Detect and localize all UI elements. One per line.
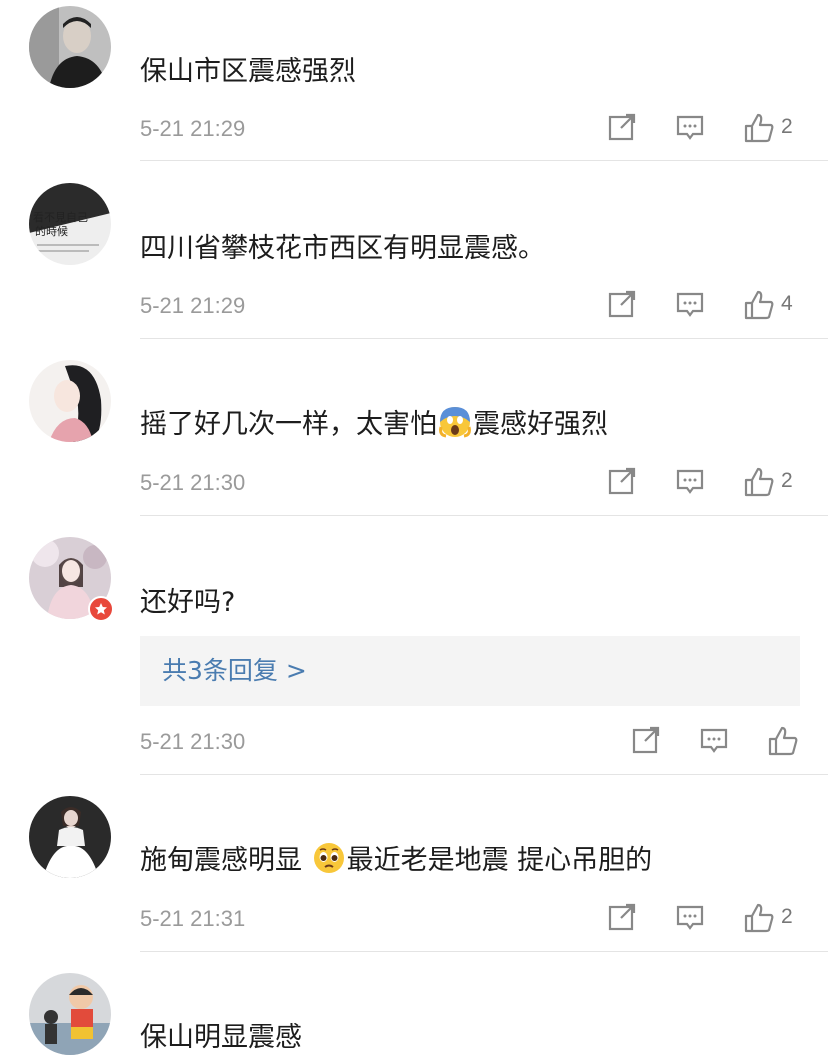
- comment-time: 5-21 21:30: [140, 729, 246, 754]
- comment-text: 保山明显震感: [140, 1022, 302, 1053]
- share-icon[interactable]: [607, 112, 637, 142]
- avatar[interactable]: [29, 360, 111, 442]
- divider: [140, 515, 828, 516]
- comment-text: 摇了好几次一样，太害怕 震感好强烈: [140, 405, 608, 445]
- avatar[interactable]: [29, 796, 111, 878]
- comment-time: 5-21 21:30: [140, 470, 246, 495]
- comment-text: 施甸震感明显 最近老是地震 提心吊胆的: [140, 841, 652, 881]
- book-cover-text: 看不見自己: [33, 210, 88, 224]
- comment-actions: 4: [607, 289, 793, 320]
- scream-emoji: [438, 405, 472, 439]
- comment-actions: 2: [607, 902, 793, 933]
- comment-actions: [631, 725, 798, 756]
- like-count: 2: [781, 905, 793, 928]
- avatar[interactable]: 看不見自己 的時候: [29, 183, 111, 265]
- like-count: 2: [781, 469, 793, 492]
- comment-text-part: 震感好强烈: [473, 409, 608, 440]
- comment-text: 还好吗?: [140, 587, 236, 618]
- reply-icon[interactable]: [675, 289, 705, 319]
- comment-text: 四川省攀枝花市西区有明显震感。: [140, 233, 545, 264]
- divider: [140, 951, 828, 952]
- share-icon[interactable]: [607, 289, 637, 319]
- reply-icon[interactable]: [675, 112, 705, 142]
- comment-text-part: 摇了好几次一样，太害怕: [140, 409, 437, 440]
- reply-icon[interactable]: [675, 466, 705, 496]
- thumbs-up-icon[interactable]: [767, 725, 798, 756]
- share-icon[interactable]: [607, 466, 637, 496]
- like-count: 4: [781, 292, 793, 315]
- divider: [140, 160, 828, 161]
- comment-text: 保山市区震感强烈: [140, 56, 356, 87]
- thumbs-up-icon[interactable]: [743, 289, 774, 320]
- comment-text-part: 施甸震感明显: [140, 845, 311, 876]
- svg-text:的時候: 的時候: [35, 224, 68, 238]
- comment-time: 5-21 21:29: [140, 116, 246, 141]
- reply-icon[interactable]: [675, 902, 705, 932]
- comment-actions: 2: [607, 112, 793, 143]
- like-count: 2: [781, 115, 793, 138]
- share-icon[interactable]: [607, 902, 637, 932]
- comment-time: 5-21 21:29: [140, 293, 246, 318]
- thumbs-up-icon[interactable]: [743, 466, 774, 497]
- avatar[interactable]: [29, 6, 111, 88]
- thumbs-up-icon[interactable]: [743, 112, 774, 143]
- comment-actions: 2: [607, 466, 793, 497]
- comment-time: 5-21 21:31: [140, 906, 246, 931]
- share-icon[interactable]: [631, 725, 661, 755]
- divider: [140, 338, 828, 339]
- view-replies-link[interactable]: 共3条回复 >: [140, 636, 800, 706]
- thumbs-up-icon[interactable]: [743, 902, 774, 933]
- divider: [140, 774, 828, 775]
- reply-icon[interactable]: [699, 725, 729, 755]
- verified-badge-icon: [88, 596, 114, 622]
- pleading-emoji: [312, 841, 346, 875]
- avatar[interactable]: [29, 973, 111, 1055]
- comment-text-part: 最近老是地震 提心吊胆的: [346, 845, 653, 876]
